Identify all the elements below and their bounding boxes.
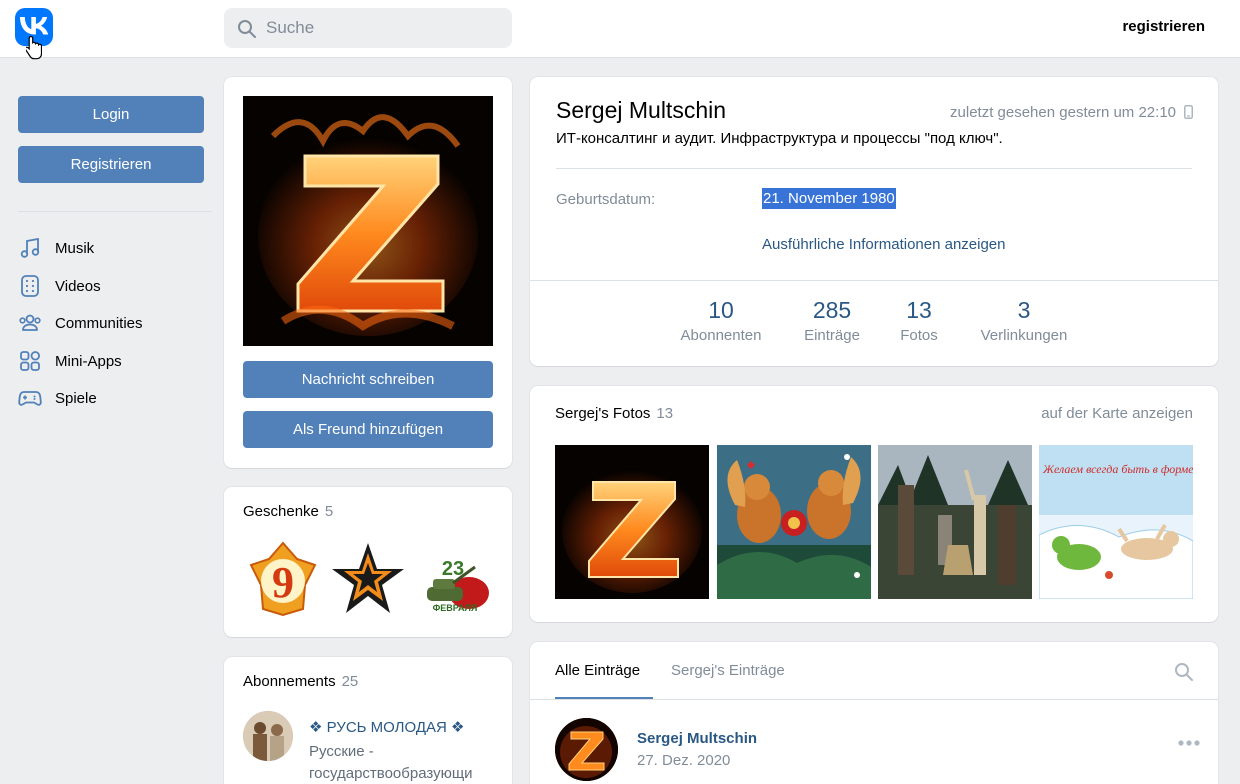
- photos-card: Sergej's Fotos 13 auf der Karte anzeigen: [530, 386, 1218, 622]
- music-icon: [20, 237, 40, 258]
- stat-label: Abonnenten: [680, 327, 762, 344]
- sidebar-item-label: Videos: [55, 277, 101, 295]
- stat-value: 13: [906, 297, 932, 323]
- stat-label: Fotos: [900, 327, 938, 344]
- stat-value: 10: [708, 297, 734, 323]
- stats-divider: [530, 280, 1218, 281]
- sidebar-item-label: Spiele: [55, 389, 97, 407]
- post-author-name[interactable]: Sergej Multschin: [637, 730, 757, 747]
- sidebar-item-communities[interactable]: Communities: [18, 308, 212, 338]
- sidebar-item-label: Musik: [55, 239, 95, 257]
- fire-z-thumbnail-image: [555, 445, 709, 599]
- profile-divider: [556, 168, 1192, 169]
- photo-thumbnail[interactable]: Желаем всегда быть в форме!: [1039, 445, 1193, 599]
- fire-z-avatar-image: [555, 718, 618, 781]
- send-message-button[interactable]: Nachricht schreiben: [243, 361, 493, 398]
- tab-all-posts[interactable]: Alle Einträge: [555, 662, 640, 679]
- gift-nine-image: 9: [249, 541, 317, 617]
- photos-title: Sergej's Fotos: [555, 405, 651, 422]
- tab-own-posts[interactable]: Sergej's Einträge: [671, 662, 785, 679]
- photos-count: 13: [656, 405, 674, 422]
- subscriptions-header[interactable]: Abonnements 25: [243, 673, 358, 690]
- hand-cursor-icon: [26, 35, 42, 60]
- search-box[interactable]: [224, 8, 512, 48]
- mobile-phone-icon: [1184, 105, 1193, 119]
- subscription-avatar[interactable]: [243, 711, 293, 761]
- wall-divider: [530, 699, 1218, 700]
- subscriptions-title: Abonnements: [243, 673, 336, 690]
- profile-name: Sergej Multschin: [556, 97, 727, 123]
- birthday-label: Geburtsdatum:: [556, 191, 656, 208]
- register-link[interactable]: registrieren: [1122, 18, 1205, 35]
- subscriptions-count: 25: [341, 673, 359, 690]
- show-on-map-link[interactable]: auf der Karte anzeigen: [1041, 405, 1193, 422]
- gamepad-icon: [18, 391, 42, 406]
- fire-z-image: [243, 96, 493, 346]
- search-icon: [238, 20, 256, 38]
- svg-text:9: 9: [272, 558, 294, 607]
- login-button[interactable]: Login: [18, 96, 204, 133]
- svg-text:Желаем всегда быть в форме!: Желаем всегда быть в форме!: [1042, 462, 1193, 476]
- profile-avatar-card: Nachricht schreiben Als Freund hinzufüge…: [224, 77, 512, 468]
- search-input[interactable]: [266, 8, 502, 48]
- wall-card: Alle Einträge Sergej's Einträge Sergej M…: [530, 642, 1218, 784]
- gift-23-february[interactable]: 23 ФЕВРАЛЯ: [413, 539, 493, 619]
- gift-star[interactable]: [328, 539, 408, 619]
- vk-logo-icon: [20, 17, 48, 35]
- gifts-title: Geschenke: [243, 503, 319, 520]
- show-more-info-link[interactable]: Ausführliche Informationen anzeigen: [762, 236, 1006, 253]
- subscription-avatar-image: [243, 711, 293, 761]
- sidebar-divider: [18, 211, 212, 212]
- sidebar-item-label: Mini-Apps: [55, 352, 122, 370]
- register-button[interactable]: Registrieren: [18, 146, 204, 183]
- stat-label: Einträge: [804, 327, 860, 344]
- apps-icon: [20, 351, 40, 371]
- sidebar-item-mini-apps[interactable]: Mini-Apps: [18, 346, 212, 376]
- post-author-avatar[interactable]: [555, 718, 618, 781]
- gift-23-february-image: 23 ФЕВРАЛЯ: [427, 558, 489, 613]
- gifts-card: Geschenke 5 9 23 ФЕВРАЛЯ: [224, 487, 512, 637]
- sidebar-item-music[interactable]: Musik: [18, 233, 212, 263]
- last-seen-status: zuletzt gesehen gestern um 22:10: [950, 104, 1176, 121]
- svg-text:ФЕВРАЛЯ: ФЕВРАЛЯ: [433, 603, 478, 613]
- cartoon-snow-frogs-image: Желаем всегда быть в форме!: [1039, 445, 1193, 599]
- subscription-name[interactable]: ❖ РУСЬ МОЛОДАЯ ❖: [309, 718, 464, 736]
- users-icon: [19, 314, 41, 331]
- sidebar-item-games[interactable]: Spiele: [18, 383, 212, 413]
- profile-stats: 10 Abonnenten 285 Einträge 13 Fotos 3 Ve…: [530, 297, 1218, 347]
- profile-status: ИТ-консалтинг и аудит. Инфраструктура и …: [556, 130, 1003, 147]
- post-date[interactable]: 27. Dez. 2020: [637, 752, 730, 769]
- gift-star-image: [332, 543, 404, 613]
- subscription-description: Русские - государствообразующи: [309, 743, 473, 782]
- stat-tags[interactable]: 3 Verlinkungen: [974, 297, 1074, 344]
- sidebar-item-videos[interactable]: Videos: [18, 271, 212, 301]
- sidebar-item-label: Communities: [55, 314, 143, 332]
- squirrels-christmas-image: [717, 445, 871, 599]
- stat-value: 285: [812, 297, 852, 323]
- pagan-ritual-painting-image: [878, 445, 1032, 599]
- subscriptions-card: Abonnements 25 ❖ РУСЬ МОЛОДАЯ ❖ Русские -…: [224, 657, 512, 784]
- stat-value: 3: [1017, 297, 1031, 323]
- wall-search-icon[interactable]: [1174, 662, 1194, 682]
- photo-thumbnail[interactable]: [878, 445, 1032, 599]
- gift-nine[interactable]: 9: [243, 539, 323, 619]
- gifts-count: 5: [324, 503, 334, 520]
- photos-header[interactable]: Sergej's Fotos 13: [555, 405, 673, 422]
- svg-text:23: 23: [442, 558, 464, 580]
- top-bar: registrieren: [0, 0, 1240, 60]
- photo-thumbnail[interactable]: [717, 445, 871, 599]
- profile-photo[interactable]: [243, 96, 493, 346]
- stat-photos[interactable]: 13 Fotos: [894, 297, 944, 344]
- more-options-icon[interactable]: [1178, 740, 1200, 746]
- stat-label: Verlinkungen: [980, 327, 1068, 344]
- add-friend-button[interactable]: Als Freund hinzufügen: [243, 411, 493, 448]
- stat-followers[interactable]: 10 Abonnenten: [677, 297, 765, 344]
- profile-info-card: Sergej Multschin zuletzt gesehen gestern…: [530, 77, 1218, 366]
- birthday-value[interactable]: 21. November 1980: [762, 188, 896, 209]
- stat-posts[interactable]: 285 Einträge: [798, 297, 866, 344]
- gifts-header[interactable]: Geschenke 5: [243, 503, 333, 520]
- photo-thumbnail[interactable]: [555, 445, 709, 599]
- video-icon: [21, 275, 39, 297]
